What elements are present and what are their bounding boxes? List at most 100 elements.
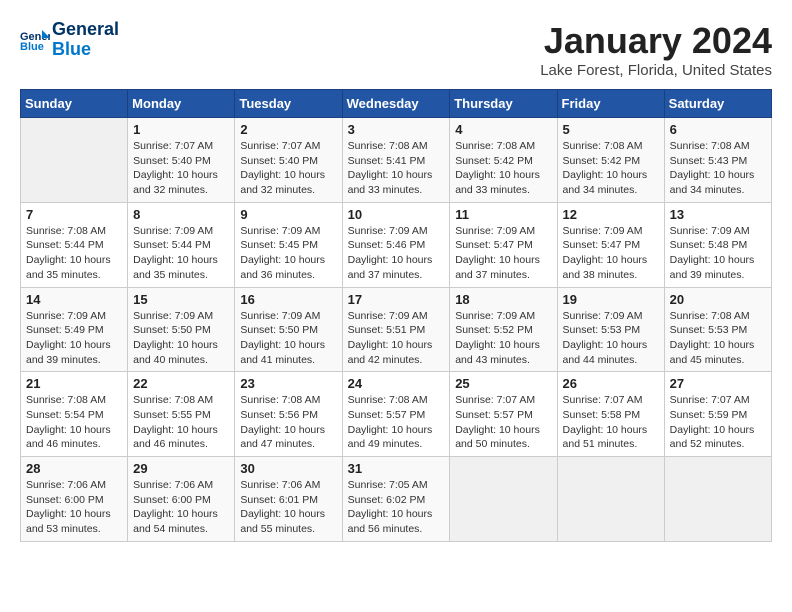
day-number: 29 (133, 461, 229, 476)
day-cell (664, 457, 771, 542)
day-cell: 5 Sunrise: 7:08 AMSunset: 5:42 PMDaylight… (557, 118, 664, 203)
day-cell: 2Sunrise: 7:07 AMSunset: 5:40 PMDaylight… (235, 118, 342, 203)
day-number: 10 (348, 207, 445, 222)
day-number: 18 (455, 292, 551, 307)
day-info: Sunrise: 7:05 AMSunset: 6:02 PMDaylight:… (348, 478, 445, 537)
day-info: Sunrise: 7:09 AMSunset: 5:48 PMDaylight:… (670, 224, 766, 283)
svg-text:Blue: Blue (20, 41, 44, 52)
week-row-2: 7Sunrise: 7:08 AMSunset: 5:44 PMDaylight… (21, 202, 772, 287)
day-cell: 31Sunrise: 7:05 AMSunset: 6:02 PMDayligh… (342, 457, 450, 542)
day-number: 30 (240, 461, 336, 476)
day-info: Sunrise: 7:09 AMSunset: 5:44 PMDaylight:… (133, 224, 229, 283)
day-info: Sunrise: 7:08 AMSunset: 5:42 PMDaylight:… (563, 139, 659, 198)
day-cell: 18 Sunrise: 7:09 AMSunset: 5:52 PMDayligh… (450, 287, 557, 372)
day-info: Sunrise: 7:08 AMSunset: 5:41 PMDaylight:… (348, 139, 445, 198)
header-cell-monday: Monday (128, 90, 235, 118)
day-number: 17 (348, 292, 445, 307)
day-number: 13 (670, 207, 766, 222)
day-info: Sunrise: 7:08 AMSunset: 5:53 PMDaylight:… (670, 309, 766, 368)
day-info: Sunrise: 7:08 AMSunset: 5:54 PMDaylight:… (26, 393, 122, 452)
day-cell: 16Sunrise: 7:09 AMSunset: 5:50 PMDayligh… (235, 287, 342, 372)
day-number: 20 (670, 292, 766, 307)
day-info: Sunrise: 7:07 AMSunset: 5:57 PMDaylight:… (455, 393, 551, 452)
day-info: Sunrise: 7:07 AMSunset: 5:59 PMDaylight:… (670, 393, 766, 452)
day-cell: 13 Sunrise: 7:09 AMSunset: 5:48 PMDayligh… (664, 202, 771, 287)
day-cell: 8Sunrise: 7:09 AMSunset: 5:44 PMDaylight… (128, 202, 235, 287)
day-number: 1 (133, 122, 229, 137)
day-number: 26 (563, 376, 659, 391)
day-cell: 3 Sunrise: 7:08 AMSunset: 5:41 PMDaylight… (342, 118, 450, 203)
day-info: Sunrise: 7:07 AMSunset: 5:58 PMDaylight:… (563, 393, 659, 452)
day-cell: 19 Sunrise: 7:09 AMSunset: 5:53 PMDayligh… (557, 287, 664, 372)
day-info: Sunrise: 7:09 AMSunset: 5:50 PMDaylight:… (133, 309, 229, 368)
day-number: 19 (563, 292, 659, 307)
day-info: Sunrise: 7:09 AMSunset: 5:52 PMDaylight:… (455, 309, 551, 368)
day-cell: 26 Sunrise: 7:07 AMSunset: 5:58 PMDayligh… (557, 372, 664, 457)
day-cell: 7Sunrise: 7:08 AMSunset: 5:44 PMDaylight… (21, 202, 128, 287)
day-cell: 10 Sunrise: 7:09 AMSunset: 5:46 PMDayligh… (342, 202, 450, 287)
day-number: 16 (240, 292, 336, 307)
day-number: 3 (348, 122, 445, 137)
day-info: Sunrise: 7:08 AMSunset: 5:42 PMDaylight:… (455, 139, 551, 198)
day-cell: 9Sunrise: 7:09 AMSunset: 5:45 PMDaylight… (235, 202, 342, 287)
day-number: 28 (26, 461, 122, 476)
day-info: Sunrise: 7:09 AMSunset: 5:49 PMDaylight:… (26, 309, 122, 368)
header-cell-wednesday: Wednesday (342, 90, 450, 118)
day-cell: 22 Sunrise: 7:08 AMSunset: 5:55 PMDayligh… (128, 372, 235, 457)
header-row: SundayMondayTuesdayWednesdayThursdayFrid… (21, 90, 772, 118)
day-number: 6 (670, 122, 766, 137)
title-block: January 2024 Lake Forest, Florida, Unite… (540, 20, 772, 79)
day-number: 24 (348, 376, 445, 391)
logo-line1: General (52, 20, 119, 40)
day-info: Sunrise: 7:09 AMSunset: 5:47 PMDaylight:… (455, 224, 551, 283)
header-cell-friday: Friday (557, 90, 664, 118)
week-row-4: 21Sunrise: 7:08 AMSunset: 5:54 PMDayligh… (21, 372, 772, 457)
day-number: 12 (563, 207, 659, 222)
header-cell-tuesday: Tuesday (235, 90, 342, 118)
header-cell-thursday: Thursday (450, 90, 557, 118)
day-info: Sunrise: 7:06 AMSunset: 6:00 PMDaylight:… (133, 478, 229, 537)
day-info: Sunrise: 7:09 AMSunset: 5:53 PMDaylight:… (563, 309, 659, 368)
logo-text: General Blue (52, 20, 119, 60)
day-number: 15 (133, 292, 229, 307)
week-row-1: 1 Sunrise: 7:07 AMSunset: 5:40 PMDaylight… (21, 118, 772, 203)
day-cell: 15 Sunrise: 7:09 AMSunset: 5:50 PMDayligh… (128, 287, 235, 372)
day-number: 11 (455, 207, 551, 222)
day-cell: 11 Sunrise: 7:09 AMSunset: 5:47 PMDayligh… (450, 202, 557, 287)
logo: General Blue General Blue (20, 20, 119, 60)
day-cell: 24 Sunrise: 7:08 AMSunset: 5:57 PMDayligh… (342, 372, 450, 457)
day-cell: 25 Sunrise: 7:07 AMSunset: 5:57 PMDayligh… (450, 372, 557, 457)
day-number: 9 (240, 207, 336, 222)
day-info: Sunrise: 7:08 AMSunset: 5:55 PMDaylight:… (133, 393, 229, 452)
day-info: Sunrise: 7:08 AMSunset: 5:57 PMDaylight:… (348, 393, 445, 452)
calendar-title: January 2024 (540, 20, 772, 62)
day-cell: 6 Sunrise: 7:08 AMSunset: 5:43 PMDaylight… (664, 118, 771, 203)
logo-icon: General Blue (20, 28, 50, 52)
day-cell (21, 118, 128, 203)
day-info: Sunrise: 7:09 AMSunset: 5:47 PMDaylight:… (563, 224, 659, 283)
day-number: 23 (240, 376, 336, 391)
day-cell: 23Sunrise: 7:08 AMSunset: 5:56 PMDayligh… (235, 372, 342, 457)
day-info: Sunrise: 7:06 AMSunset: 6:01 PMDaylight:… (240, 478, 336, 537)
day-cell: 21Sunrise: 7:08 AMSunset: 5:54 PMDayligh… (21, 372, 128, 457)
day-info: Sunrise: 7:09 AMSunset: 5:46 PMDaylight:… (348, 224, 445, 283)
day-number: 4 (455, 122, 551, 137)
day-cell: 14Sunrise: 7:09 AMSunset: 5:49 PMDayligh… (21, 287, 128, 372)
day-cell: 4 Sunrise: 7:08 AMSunset: 5:42 PMDaylight… (450, 118, 557, 203)
day-info: Sunrise: 7:07 AMSunset: 5:40 PMDaylight:… (133, 139, 229, 198)
day-number: 7 (26, 207, 122, 222)
day-number: 5 (563, 122, 659, 137)
day-cell: 27 Sunrise: 7:07 AMSunset: 5:59 PMDayligh… (664, 372, 771, 457)
day-cell: 12 Sunrise: 7:09 AMSunset: 5:47 PMDayligh… (557, 202, 664, 287)
day-info: Sunrise: 7:08 AMSunset: 5:43 PMDaylight:… (670, 139, 766, 198)
day-number: 25 (455, 376, 551, 391)
day-info: Sunrise: 7:06 AMSunset: 6:00 PMDaylight:… (26, 478, 122, 537)
day-number: 27 (670, 376, 766, 391)
day-number: 22 (133, 376, 229, 391)
day-cell: 28 Sunrise: 7:06 AMSunset: 6:00 PMDayligh… (21, 457, 128, 542)
week-row-3: 14Sunrise: 7:09 AMSunset: 5:49 PMDayligh… (21, 287, 772, 372)
day-cell: 20 Sunrise: 7:08 AMSunset: 5:53 PMDayligh… (664, 287, 771, 372)
day-number: 2 (240, 122, 336, 137)
day-cell (557, 457, 664, 542)
calendar-subtitle: Lake Forest, Florida, United States (540, 62, 772, 79)
